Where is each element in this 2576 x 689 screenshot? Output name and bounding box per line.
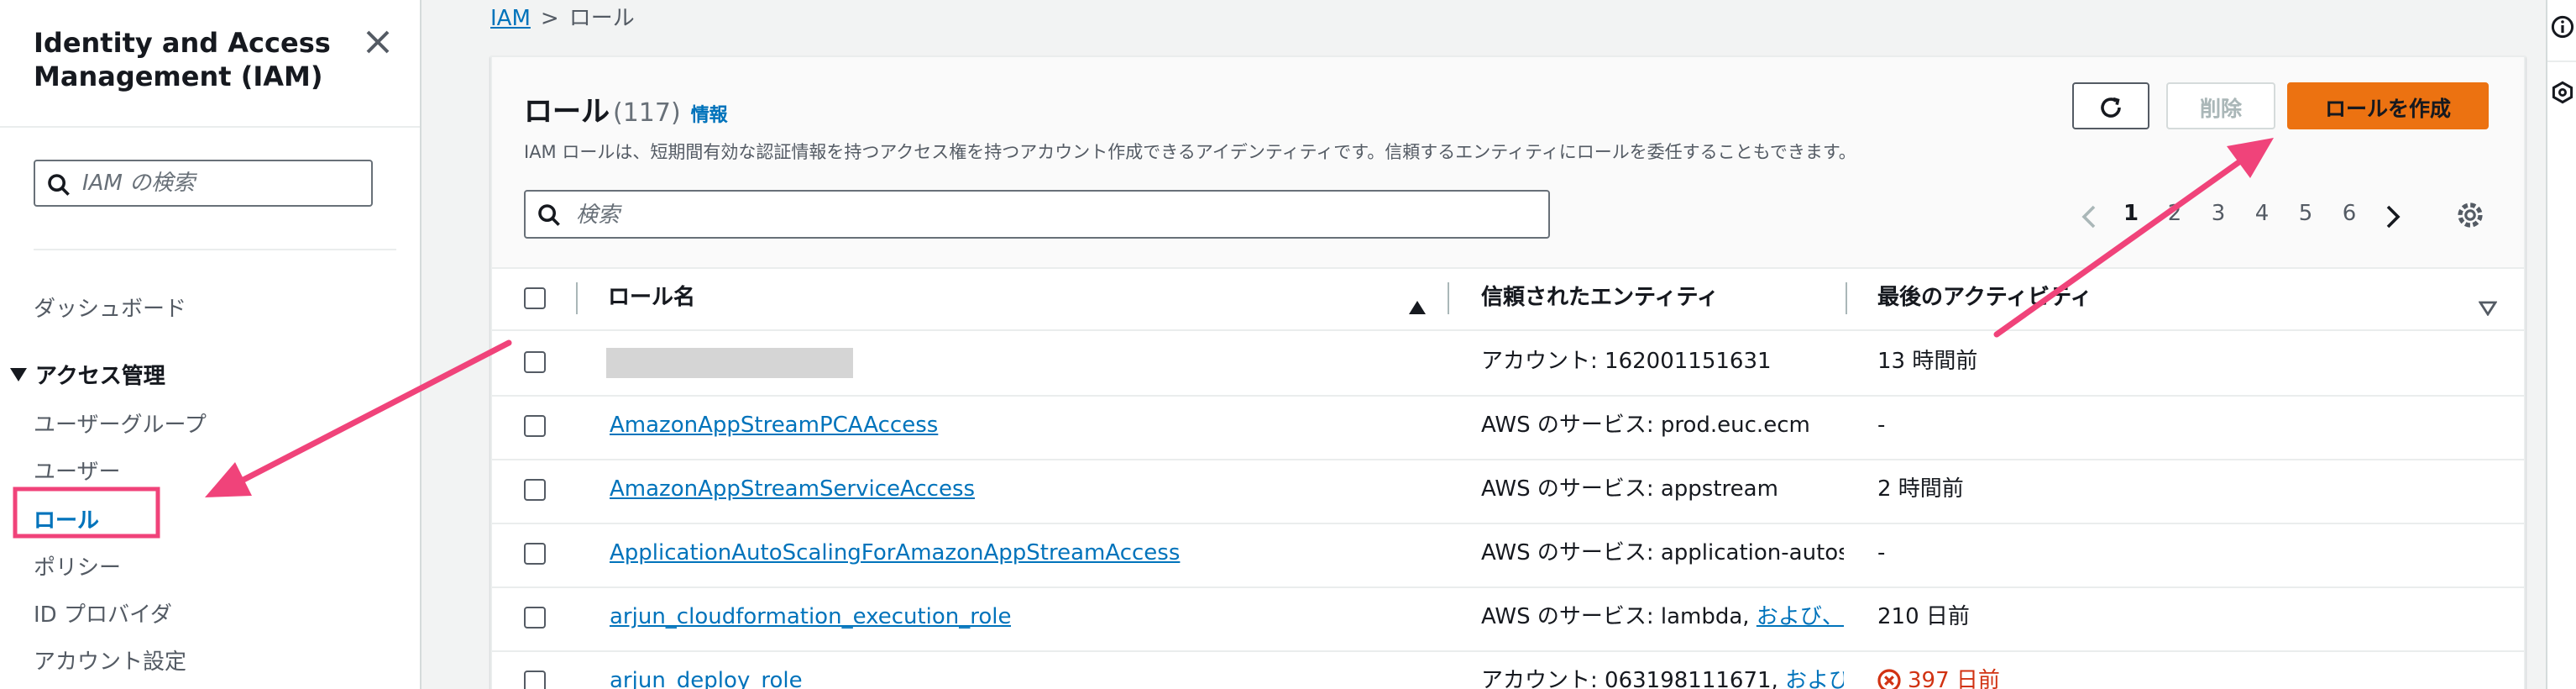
table-row[interactable]: arjun_cloudformation_execution_role AWS … bbox=[492, 586, 2524, 652]
page-5[interactable]: 5 bbox=[2294, 198, 2317, 232]
search-icon bbox=[47, 171, 71, 203]
column-divider bbox=[1846, 282, 1847, 314]
filter-icon[interactable] bbox=[2478, 291, 2498, 323]
last-activity-cell: - bbox=[1877, 541, 1886, 566]
role-name-link[interactable]: AmazonAppStreamServiceAccess bbox=[610, 459, 975, 523]
page-title: ロール (117) 情報 bbox=[524, 87, 728, 129]
roles-panel: ロール (117) 情報 IAM ロールは、短期間有効な認証情報を持つアクセス権を持… bbox=[490, 55, 2526, 689]
page-2[interactable]: 2 bbox=[2163, 198, 2186, 232]
close-icon[interactable] bbox=[359, 24, 396, 60]
last-activity-cell: - bbox=[1877, 413, 1886, 439]
page-title-text: ロール bbox=[524, 96, 610, 129]
table-header: ロール名 信頼されたエンティティ 最後のアクティビティ bbox=[492, 267, 2524, 331]
trusted-entity-cell: AWS のサービス: prod.euc.ecm bbox=[1481, 413, 1810, 439]
roles-search bbox=[524, 190, 1550, 239]
table-row[interactable]: AmazonAppStreamPCAAccess AWS のサービス: prod… bbox=[492, 395, 2524, 460]
select-all-checkbox[interactable] bbox=[524, 287, 546, 309]
column-header-last-activity[interactable]: 最後のアクティビティ bbox=[1877, 267, 2092, 329]
roles-count: (117) bbox=[613, 97, 681, 128]
breadcrumb-current: ロール bbox=[568, 7, 635, 32]
table-row[interactable]: AmazonAppStreamServiceAccess AWS のサービス: … bbox=[492, 459, 2524, 524]
delete-button[interactable]: 削除 bbox=[2166, 82, 2275, 129]
sidebar-item-policies[interactable]: ポリシー bbox=[34, 550, 121, 581]
chevron-left-icon[interactable] bbox=[2081, 203, 2097, 235]
table-row[interactable]: ApplicationAutoScalingForAmazonAppStream… bbox=[492, 523, 2524, 588]
search-icon bbox=[537, 202, 561, 234]
create-role-button[interactable]: ロールを作成 bbox=[2287, 82, 2489, 129]
right-rail bbox=[2546, 0, 2576, 689]
column-divider bbox=[1448, 282, 1449, 314]
role-name-link[interactable]: AmazonAppStreamPCAAccess bbox=[610, 395, 938, 459]
divider bbox=[2547, 60, 2576, 62]
page-4[interactable]: 4 bbox=[2250, 198, 2274, 232]
sidebar-item-identity-providers[interactable]: ID プロバイダ bbox=[34, 597, 172, 629]
breadcrumb: IAM > ロール bbox=[490, 0, 635, 32]
sidebar-title: Identity and Access Management (IAM) bbox=[34, 27, 331, 92]
sidebar-search-input[interactable] bbox=[82, 166, 364, 200]
warning-icon bbox=[1877, 655, 1901, 689]
role-name-link[interactable]: ApplicationAutoScalingForAmazonAppStream… bbox=[610, 523, 1180, 586]
refresh-button[interactable] bbox=[2072, 82, 2149, 129]
last-activity-cell: 210 日前 bbox=[1877, 605, 1970, 630]
row-checkbox[interactable] bbox=[524, 607, 546, 629]
last-activity-cell: 397 日前 bbox=[1877, 650, 2000, 689]
column-divider bbox=[576, 282, 578, 314]
iam-roles-page: Identity and Access Management (IAM) ダッシ… bbox=[0, 0, 2576, 689]
redacted-role-name bbox=[606, 348, 853, 378]
trusted-entity-text: AWS のサービス: lambda, bbox=[1481, 605, 1757, 630]
panel-header: ロール (117) 情報 IAM ロールは、短期間有効な認証情報を持つアクセス権を持… bbox=[492, 57, 2524, 269]
row-checkbox[interactable] bbox=[524, 351, 546, 373]
gear-icon[interactable] bbox=[2455, 200, 2485, 237]
feedback-icon[interactable] bbox=[2551, 79, 2574, 111]
divider bbox=[34, 249, 396, 250]
page-1[interactable]: 1 bbox=[2119, 198, 2143, 232]
trusted-entity-more-link[interactable]: および、 bbox=[1785, 669, 1844, 689]
role-name-link[interactable]: arjun_deploy_role bbox=[610, 650, 803, 689]
last-activity-cell: 2 時間前 bbox=[1877, 477, 1964, 502]
column-header-trusted-entity[interactable]: 信頼されたエンティティ bbox=[1481, 267, 1719, 329]
info-link[interactable]: 情報 bbox=[691, 104, 728, 126]
breadcrumb-iam-link[interactable]: IAM bbox=[490, 7, 531, 32]
trusted-entity-cell: AWS のサービス: appstream bbox=[1481, 477, 1778, 502]
divider bbox=[0, 126, 420, 128]
last-activity-cell: 13 時間前 bbox=[1877, 350, 1978, 375]
sidebar: Identity and Access Management (IAM) ダッシ… bbox=[0, 0, 421, 689]
breadcrumb-separator: > bbox=[540, 7, 559, 32]
row-checkbox[interactable] bbox=[524, 479, 546, 501]
trusted-entity-cell: アカウント: 063198111671, および、 bbox=[1481, 650, 1844, 689]
trusted-entity-cell: アカウント: 162001151631 bbox=[1481, 350, 1772, 375]
sidebar-item-account-settings[interactable]: アカウント設定 bbox=[34, 644, 186, 676]
caret-down-icon bbox=[10, 368, 27, 381]
last-activity-text: 397 日前 bbox=[1908, 669, 2000, 689]
roles-search-input[interactable] bbox=[576, 198, 1533, 232]
page-3[interactable]: 3 bbox=[2207, 198, 2230, 232]
table-row[interactable]: arjun_deploy_role アカウント: 063198111671, お… bbox=[492, 650, 2524, 689]
row-checkbox[interactable] bbox=[524, 415, 546, 437]
sidebar-section-access-management[interactable]: アクセス管理 bbox=[10, 358, 165, 390]
row-checkbox[interactable] bbox=[524, 543, 546, 565]
role-name-link[interactable]: arjun_cloudformation_execution_role bbox=[610, 586, 1012, 650]
sidebar-item-roles[interactable]: ロール bbox=[34, 502, 99, 534]
row-checkbox[interactable] bbox=[524, 671, 546, 689]
sidebar-section-label: アクセス管理 bbox=[35, 365, 165, 390]
sidebar-item-dashboard[interactable]: ダッシュボード bbox=[34, 291, 186, 323]
info-icon[interactable] bbox=[2551, 13, 2574, 45]
sidebar-search bbox=[34, 160, 373, 207]
table-row[interactable]: アカウント: 162001151631 13 時間前 bbox=[492, 331, 2524, 397]
refresh-icon bbox=[2096, 96, 2126, 127]
sidebar-item-user-groups[interactable]: ユーザーグループ bbox=[34, 407, 207, 439]
sort-asc-icon[interactable] bbox=[1407, 291, 1427, 323]
chevron-right-icon[interactable] bbox=[2385, 203, 2401, 235]
panel-description: IAM ロールは、短期間有効な認証情報を持つアクセス権を持つアカウント作成できる… bbox=[524, 143, 1856, 163]
trusted-entity-more-link[interactable]: および、さ bbox=[1757, 605, 1844, 630]
page-6[interactable]: 6 bbox=[2338, 198, 2361, 232]
sidebar-item-users[interactable]: ユーザー bbox=[34, 454, 121, 486]
trusted-entity-cell: AWS のサービス: application-autosca bbox=[1481, 541, 1844, 566]
column-header-role-name[interactable]: ロール名 bbox=[608, 267, 695, 329]
trusted-entity-cell: AWS のサービス: lambda, および、さ bbox=[1481, 586, 1844, 650]
trusted-entity-text: アカウント: 063198111671, bbox=[1481, 669, 1786, 689]
